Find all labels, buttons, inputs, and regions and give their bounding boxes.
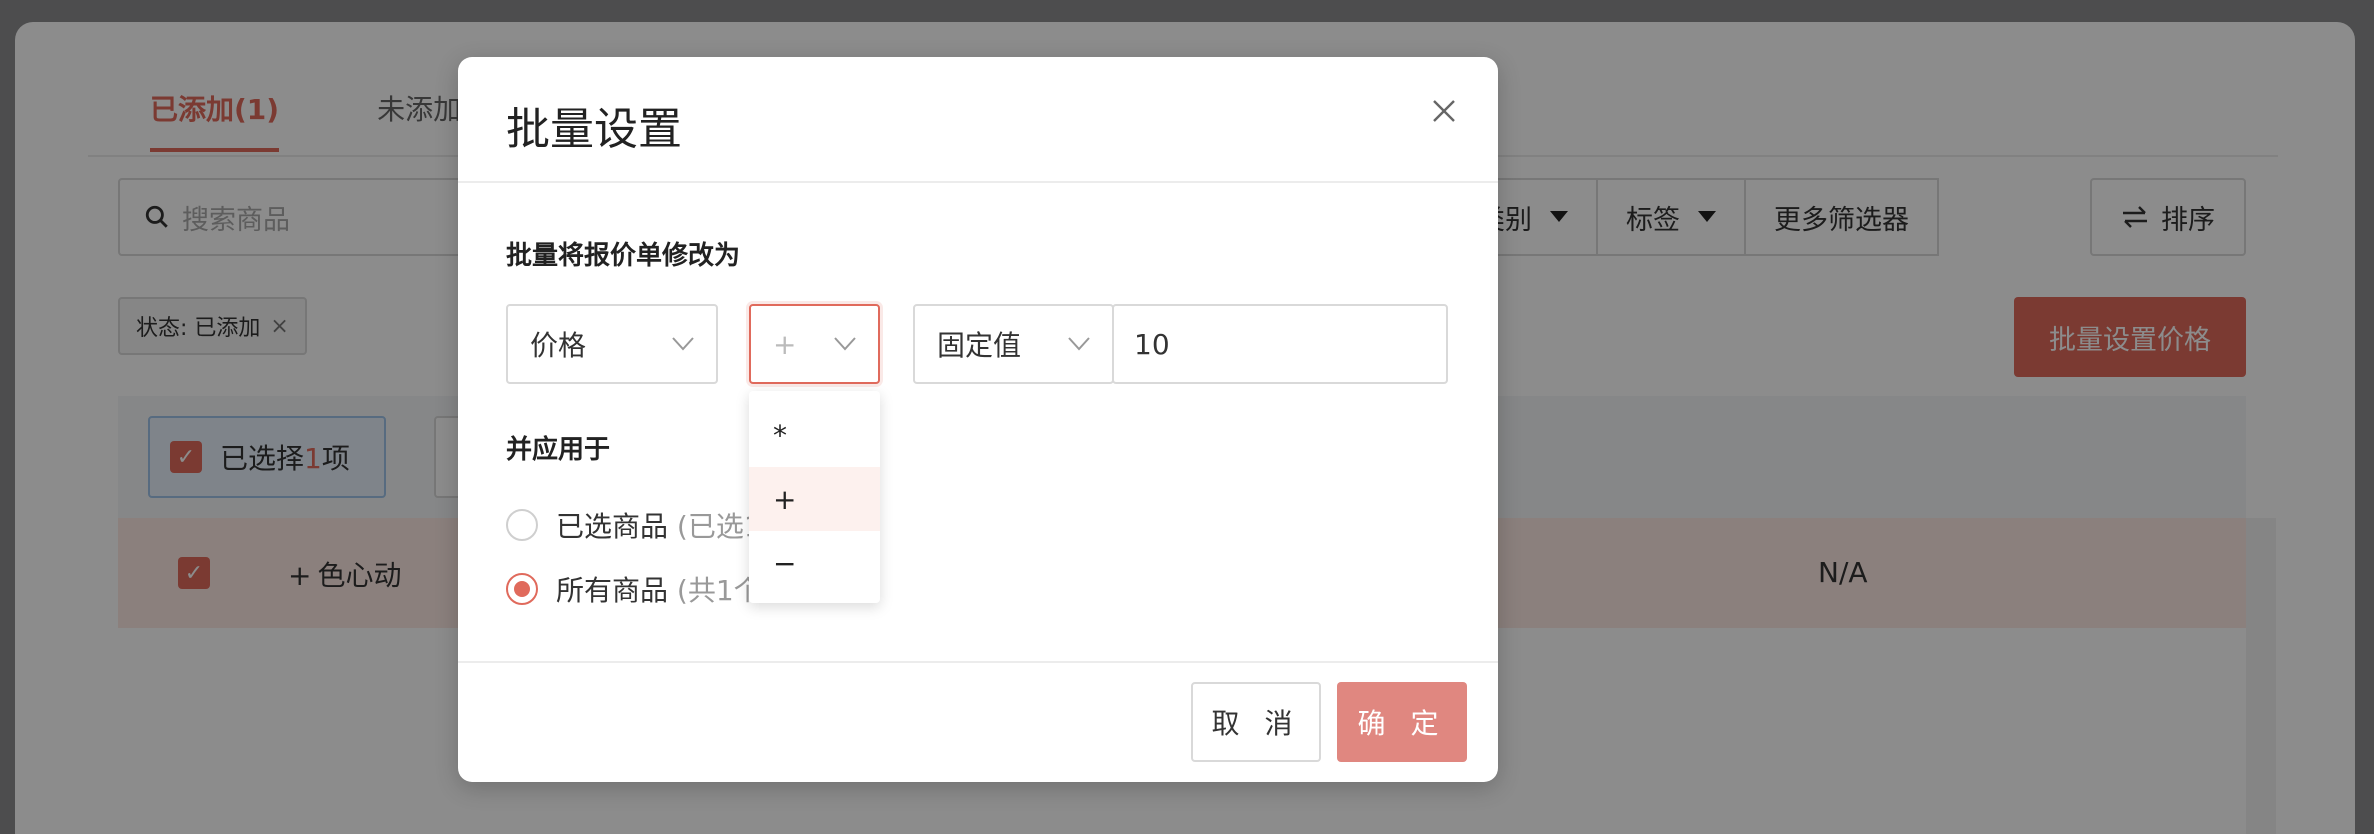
dropdown-option-minus[interactable]: − xyxy=(749,531,880,595)
section-label-modify: 批量将报价单修改为 xyxy=(506,241,741,271)
radio-selected-products[interactable]: 已选商品 (已选1 xyxy=(506,505,762,545)
mode-select[interactable]: 固定值 xyxy=(913,304,1114,384)
modal-title: 批量设置 xyxy=(506,104,682,155)
operator-select-placeholder: + xyxy=(773,327,797,361)
confirm-button[interactable]: 确 定 xyxy=(1337,682,1467,762)
modal-header: 批量设置 xyxy=(458,57,1498,183)
radio-selected-label: 已选商品 (已选1 xyxy=(556,510,762,543)
chevron-down-icon xyxy=(834,337,856,351)
chevron-down-icon xyxy=(1068,337,1090,351)
mode-select-value: 固定值 xyxy=(937,329,1022,362)
section-label-apply: 并应用于 xyxy=(506,435,611,465)
radio-checked[interactable] xyxy=(506,573,538,605)
chevron-down-icon xyxy=(672,337,694,351)
radio-all-products[interactable]: 所有商品 (共1个 xyxy=(506,569,762,609)
cancel-button[interactable]: 取 消 xyxy=(1191,682,1321,762)
operator-select[interactable]: + xyxy=(749,304,880,384)
field-select-value: 价格 xyxy=(530,329,587,362)
value-input[interactable]: 10 xyxy=(1112,304,1448,384)
modal-footer-divider xyxy=(458,661,1498,663)
bulk-settings-modal: 批量设置 批量将报价单修改为 价格 + 固定值 10 并应用于 已选商品 (已选… xyxy=(458,57,1498,782)
radio-all-label: 所有商品 (共1个 xyxy=(556,574,762,607)
dropdown-option-plus[interactable]: + xyxy=(749,467,880,531)
close-icon[interactable] xyxy=(1426,93,1462,129)
dropdown-option-multiply[interactable]: * xyxy=(749,403,880,467)
operator-dropdown: * + − xyxy=(749,391,880,603)
radio-unchecked[interactable] xyxy=(506,509,538,541)
field-select[interactable]: 价格 xyxy=(506,304,718,384)
